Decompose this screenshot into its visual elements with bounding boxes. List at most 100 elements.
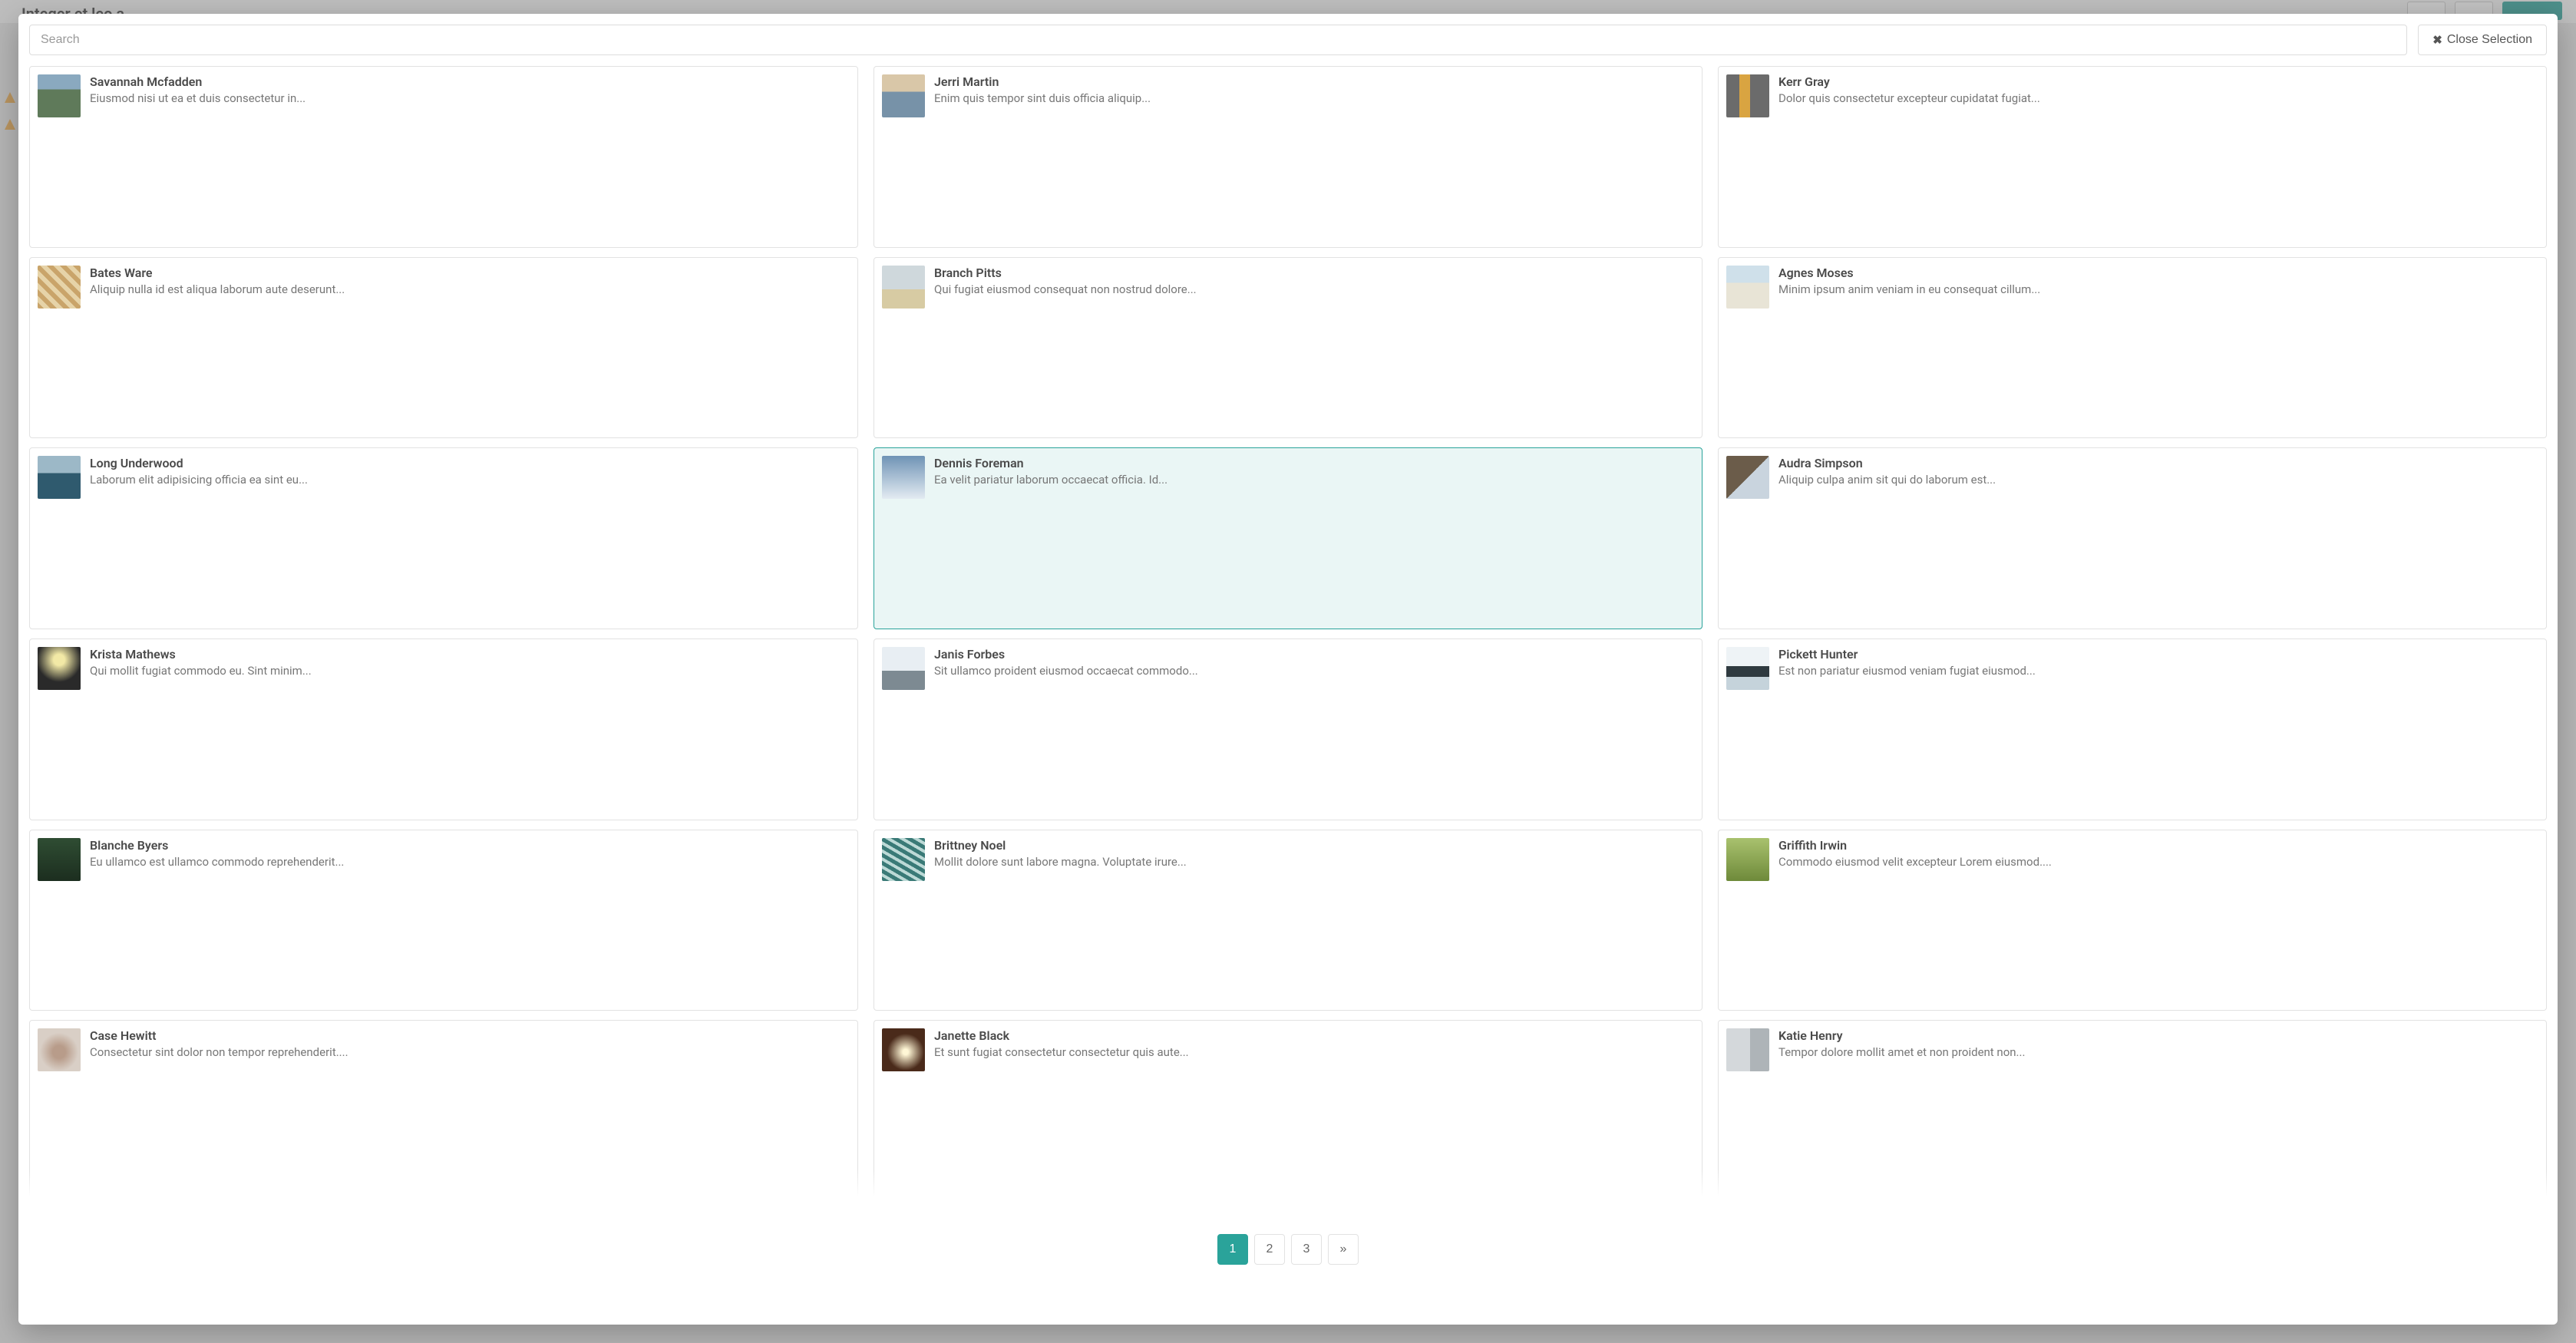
card-title: Bates Ware bbox=[90, 266, 850, 280]
cards-grid[interactable]: Savannah Mcfadden Eiusmod nisi ut ea et d… bbox=[29, 66, 2547, 1208]
card-body: Jerri Martin Enim quis tempor sint duis o… bbox=[934, 74, 1694, 105]
close-selection-label: Close Selection bbox=[2447, 33, 2532, 47]
page-button-1[interactable]: 1 bbox=[1217, 1234, 1248, 1265]
selection-card[interactable]: Branch Pitts Qui fugiat eiusmod consequat… bbox=[874, 257, 1702, 439]
card-description: Enim quis tempor sint duis officia aliqu… bbox=[934, 91, 1694, 105]
card-body: Krista Mathews Qui mollit fugiat commodo … bbox=[90, 647, 850, 678]
card-title: Janis Forbes bbox=[934, 647, 1694, 662]
card-description: Commodo eiusmod velit excepteur Lorem ei… bbox=[1778, 855, 2538, 869]
selection-card[interactable]: Blanche ByersEu ullamco est ullamco comm… bbox=[29, 830, 858, 1011]
card-title: Agnes Moses bbox=[1778, 266, 2538, 280]
card-thumbnail bbox=[1726, 838, 1769, 881]
card-description: Eiusmod nisi ut ea et duis consectetur i… bbox=[90, 91, 850, 105]
card-title: Savannah Mcfadden bbox=[90, 74, 850, 89]
card-body: Blanche ByersEu ullamco est ullamco comm… bbox=[90, 838, 850, 869]
selection-card[interactable]: Dennis Foreman Ea velit pariatur laborum … bbox=[874, 447, 1702, 629]
search-input[interactable] bbox=[29, 25, 2407, 55]
card-title: Kerr Gray bbox=[1778, 74, 2538, 89]
selection-card[interactable]: Agnes Moses Minim ipsum anim veniam in eu… bbox=[1718, 257, 2547, 439]
card-thumbnail bbox=[882, 1028, 925, 1071]
card-thumbnail bbox=[38, 74, 81, 117]
card-thumbnail bbox=[882, 266, 925, 309]
card-description: Dolor quis consectetur excepteur cupidat… bbox=[1778, 91, 2538, 105]
card-thumbnail bbox=[1726, 266, 1769, 309]
selection-card[interactable]: Long Underwood Laborum elit adipisicing o… bbox=[29, 447, 858, 629]
card-thumbnail bbox=[38, 838, 81, 881]
card-body: Savannah Mcfadden Eiusmod nisi ut ea et d… bbox=[90, 74, 850, 105]
selection-card[interactable]: Janis Forbes Sit ullamco proident eiusmod… bbox=[874, 639, 1702, 820]
card-thumbnail bbox=[1726, 647, 1769, 690]
card-thumbnail bbox=[38, 1028, 81, 1071]
selection-card[interactable]: Case Hewitt Consectetur sint dolor non te… bbox=[29, 1020, 858, 1202]
card-body: Griffith Irwin Commodo eiusmod velit exce… bbox=[1778, 838, 2538, 869]
card-title: Griffith Irwin bbox=[1778, 838, 2538, 853]
card-title: Branch Pitts bbox=[934, 266, 1694, 280]
card-title: Audra Simpson bbox=[1778, 456, 2538, 470]
card-title: Janette Black bbox=[934, 1028, 1694, 1043]
card-description: Minim ipsum anim veniam in eu consequat … bbox=[1778, 282, 2538, 296]
card-title: Krista Mathews bbox=[90, 647, 850, 662]
card-thumbnail bbox=[1726, 1028, 1769, 1071]
card-body: Long Underwood Laborum elit adipisicing o… bbox=[90, 456, 850, 487]
card-title: Blanche Byers bbox=[90, 838, 850, 853]
card-description: Aliquip nulla id est aliqua laborum aute… bbox=[90, 282, 850, 296]
card-title: Pickett Hunter bbox=[1778, 647, 2538, 662]
selection-card[interactable]: Griffith Irwin Commodo eiusmod velit exce… bbox=[1718, 830, 2547, 1011]
card-body: Audra Simpson Aliquip culpa anim sit qui … bbox=[1778, 456, 2538, 487]
card-title: Katie Henry bbox=[1778, 1028, 2538, 1043]
selection-card[interactable]: Audra Simpson Aliquip culpa anim sit qui … bbox=[1718, 447, 2547, 629]
card-description: Laborum elit adipisicing officia ea sint… bbox=[90, 473, 850, 487]
card-description: Mollit dolore sunt labore magna. Volupta… bbox=[934, 855, 1694, 869]
card-description: Consectetur sint dolor non tempor repreh… bbox=[90, 1045, 850, 1059]
selection-card[interactable]: Katie Henry Tempor dolore mollit amet et … bbox=[1718, 1020, 2547, 1202]
card-description: Ea velit pariatur laborum occaecat offic… bbox=[934, 473, 1694, 487]
card-title: Long Underwood bbox=[90, 456, 850, 470]
card-body: Kerr Gray Dolor quis consectetur excepteu… bbox=[1778, 74, 2538, 105]
selection-card[interactable]: Bates Ware Aliquip nulla id est aliqua la… bbox=[29, 257, 858, 439]
page-button-3[interactable]: 3 bbox=[1291, 1234, 1322, 1265]
cards-viewport: Savannah Mcfadden Eiusmod nisi ut ea et d… bbox=[29, 66, 2547, 1208]
card-title: Brittney Noel bbox=[934, 838, 1694, 853]
card-description: Qui mollit fugiat commodo eu. Sint minim… bbox=[90, 664, 850, 678]
card-thumbnail bbox=[882, 456, 925, 499]
card-thumbnail bbox=[38, 456, 81, 499]
selection-card[interactable]: Jerri Martin Enim quis tempor sint duis o… bbox=[874, 66, 1702, 248]
card-body: Katie Henry Tempor dolore mollit amet et … bbox=[1778, 1028, 2538, 1059]
page-button-2[interactable]: 2 bbox=[1254, 1234, 1285, 1265]
card-thumbnail bbox=[38, 266, 81, 309]
selection-card[interactable]: Pickett Hunter Est non pariatur eiusmod v… bbox=[1718, 639, 2547, 820]
card-description: Sit ullamco proident eiusmod occaecat co… bbox=[934, 664, 1694, 678]
card-body: Janette Black Et sunt fugiat consectetur … bbox=[934, 1028, 1694, 1059]
card-description: Aliquip culpa anim sit qui do laborum es… bbox=[1778, 473, 2538, 487]
card-body: Pickett Hunter Est non pariatur eiusmod v… bbox=[1778, 647, 2538, 678]
card-thumbnail bbox=[882, 74, 925, 117]
selection-modal: ✖ Close Selection Savannah Mcfadden Eiusm… bbox=[18, 14, 2558, 1325]
card-thumbnail bbox=[38, 647, 81, 690]
card-description: Et sunt fugiat consectetur consectetur q… bbox=[934, 1045, 1694, 1059]
card-body: Brittney Noel Mollit dolore sunt labore m… bbox=[934, 838, 1694, 869]
card-body: Bates Ware Aliquip nulla id est aliqua la… bbox=[90, 266, 850, 296]
selection-card[interactable]: Savannah Mcfadden Eiusmod nisi ut ea et d… bbox=[29, 66, 858, 248]
card-description: Qui fugiat eiusmod consequat non nostrud… bbox=[934, 282, 1694, 296]
card-thumbnail bbox=[1726, 74, 1769, 117]
pagination: 123 » bbox=[29, 1234, 2547, 1265]
card-thumbnail bbox=[882, 838, 925, 881]
card-body: Agnes Moses Minim ipsum anim veniam in eu… bbox=[1778, 266, 2538, 296]
chevron-right-icon: » bbox=[1340, 1242, 1347, 1256]
card-title: Dennis Foreman bbox=[934, 456, 1694, 470]
close-selection-button[interactable]: ✖ Close Selection bbox=[2418, 25, 2547, 55]
page-next-button[interactable]: » bbox=[1328, 1234, 1359, 1265]
close-icon: ✖ bbox=[2432, 33, 2442, 47]
selection-card[interactable]: Kerr Gray Dolor quis consectetur excepteu… bbox=[1718, 66, 2547, 248]
card-title: Jerri Martin bbox=[934, 74, 1694, 89]
card-body: Case Hewitt Consectetur sint dolor non te… bbox=[90, 1028, 850, 1059]
selection-card[interactable]: Janette Black Et sunt fugiat consectetur … bbox=[874, 1020, 1702, 1202]
modal-header-row: ✖ Close Selection bbox=[29, 25, 2547, 55]
card-title: Case Hewitt bbox=[90, 1028, 850, 1043]
selection-card[interactable]: Krista Mathews Qui mollit fugiat commodo … bbox=[29, 639, 858, 820]
card-description: Tempor dolore mollit amet et non proiden… bbox=[1778, 1045, 2538, 1059]
selection-card[interactable]: Brittney Noel Mollit dolore sunt labore m… bbox=[874, 830, 1702, 1011]
card-thumbnail bbox=[1726, 456, 1769, 499]
card-description: Est non pariatur eiusmod veniam fugiat e… bbox=[1778, 664, 2538, 678]
card-thumbnail bbox=[882, 647, 925, 690]
